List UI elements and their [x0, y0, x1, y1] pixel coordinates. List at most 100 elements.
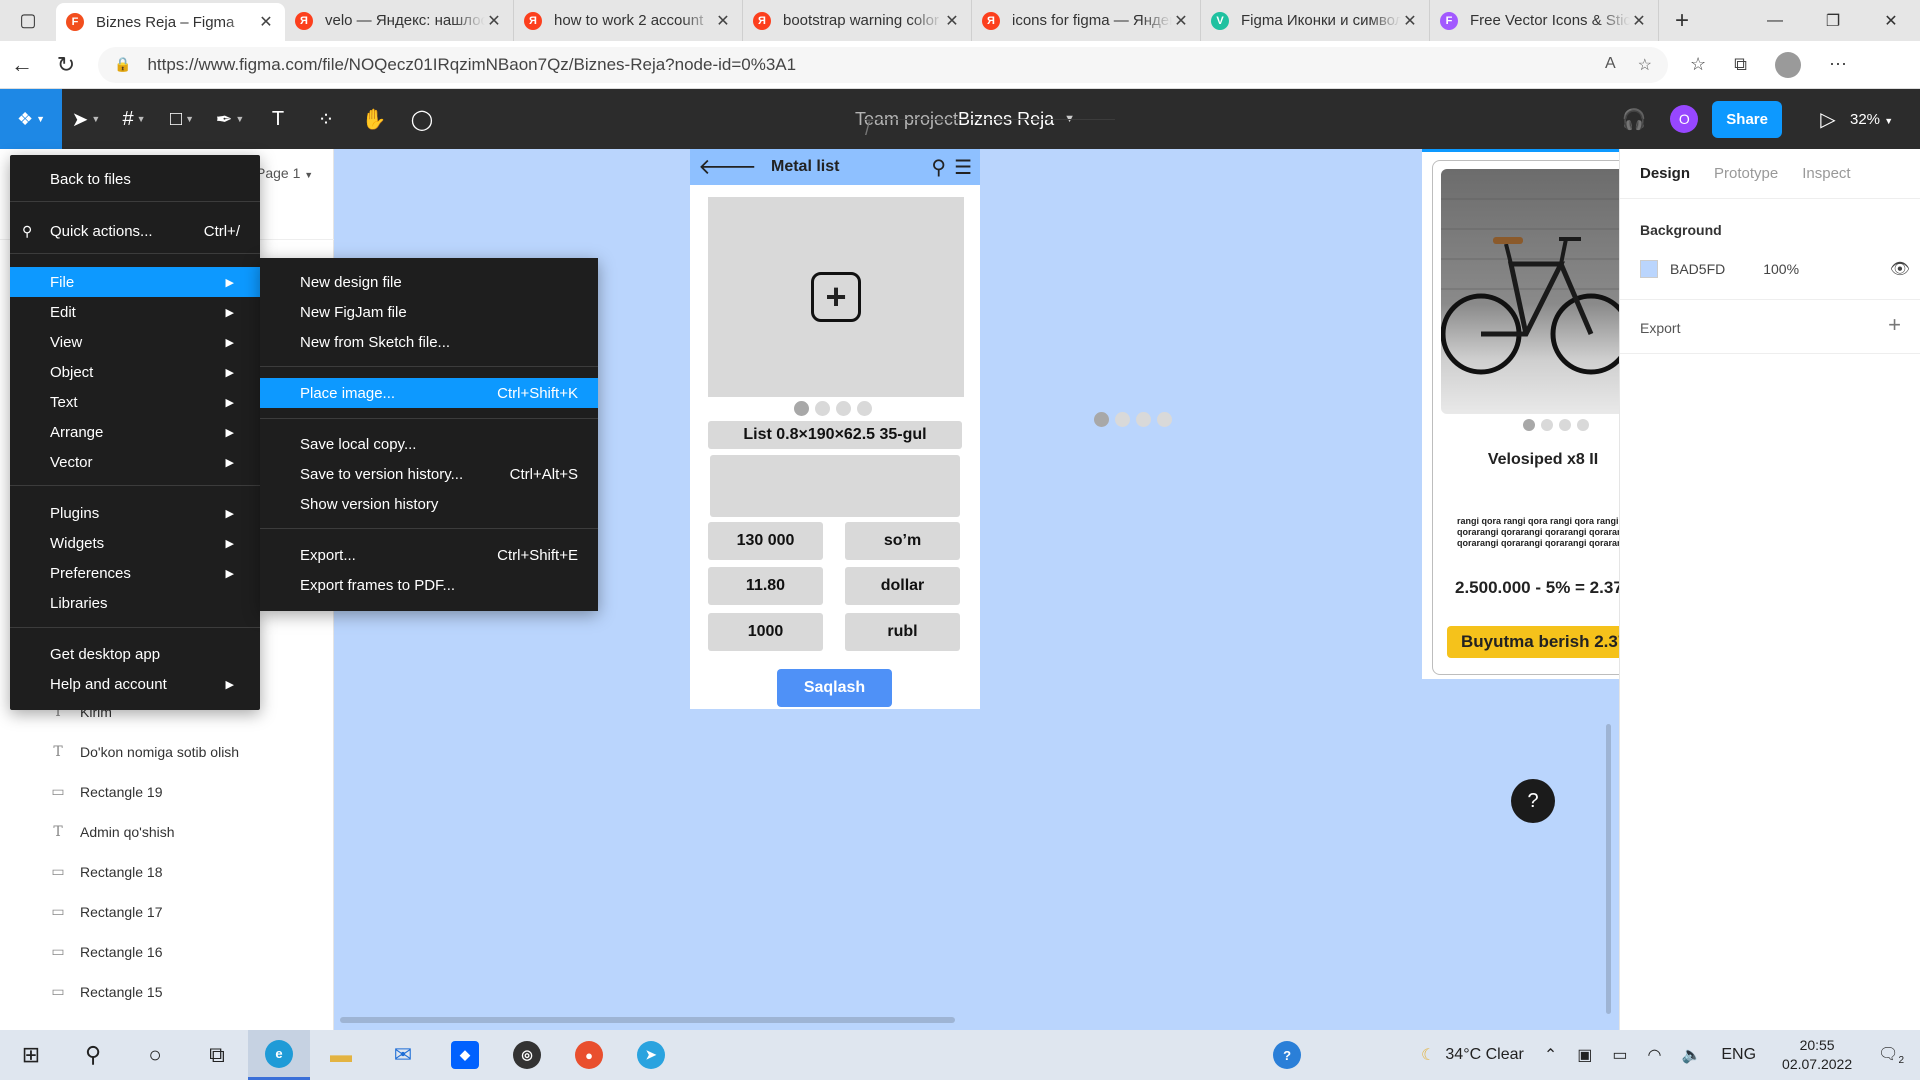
menu-item-edit[interactable]: Edit ▶	[10, 297, 260, 327]
close-tab-icon[interactable]: ✕	[943, 11, 961, 31]
collections-icon[interactable]: ⧉	[1734, 54, 1747, 75]
close-window-icon[interactable]: ✕	[1862, 0, 1920, 41]
menu-item-arrange[interactable]: Arrange ▶	[10, 417, 260, 447]
layer-item[interactable]: T Admin qo'shish	[50, 824, 174, 840]
present-play-icon[interactable]: ▷	[1806, 107, 1850, 132]
language-indicator[interactable]: ENG	[1721, 1046, 1756, 1064]
windows-start-icon[interactable]: ⊞	[0, 1030, 62, 1080]
more-icon[interactable]: ⋯	[1829, 54, 1847, 75]
mail-icon[interactable]: ✉	[372, 1030, 434, 1080]
help-button[interactable]: ?	[1511, 779, 1555, 823]
volume-icon[interactable]: 🔈	[1681, 1045, 1701, 1065]
browser-tab[interactable]: Я velo — Яндекс: нашлось ✕	[285, 0, 514, 41]
menu-item-save-local-copy[interactable]: Save local copy...	[260, 429, 598, 459]
menu-item-plugins[interactable]: Plugins ▶	[10, 498, 260, 528]
notifications-icon[interactable]: 🗨2	[1878, 1044, 1904, 1066]
minimize-icon[interactable]: —	[1746, 0, 1804, 41]
metal-list-frame[interactable]: 🡐 Metal list ⚲ ☰ + List 0.8×190×62.5 35-…	[690, 149, 980, 709]
tab-inspect[interactable]: Inspect	[1802, 165, 1850, 198]
search-icon[interactable]: ⚲	[62, 1030, 124, 1080]
menu-item-new-design-file[interactable]: New design file	[260, 267, 598, 297]
tab-prototype[interactable]: Prototype	[1714, 165, 1778, 198]
pen-tool[interactable]: ✒ ▼	[206, 89, 254, 149]
clock[interactable]: 20:55 02.07.2022	[1782, 1036, 1852, 1074]
text-tool[interactable]: T	[254, 89, 302, 149]
menu-item-preferences[interactable]: Preferences ▶	[10, 558, 260, 588]
browser-tab[interactable]: Я bootstrap warning color ✕	[743, 0, 972, 41]
menu-item-export[interactable]: Export... Ctrl+Shift+E	[260, 540, 598, 570]
tab-actions-icon[interactable]: ▢	[0, 0, 56, 41]
background-hex-input[interactable]: BAD5FD	[1670, 261, 1725, 277]
layer-item[interactable]: ▭ Rectangle 15	[50, 984, 162, 1000]
order-button[interactable]: Buyutma berish 2.375.000	[1447, 626, 1619, 658]
close-tab-icon[interactable]: ✕	[485, 11, 503, 31]
favorites-icon[interactable]: ☆	[1690, 54, 1706, 75]
menu-item-save-to-version-history[interactable]: Save to version history... Ctrl+Alt+S	[260, 459, 598, 489]
menu-item-place-image[interactable]: Place image... Ctrl+Shift+K	[260, 378, 598, 408]
frame-tool[interactable]: # ▼	[110, 89, 158, 149]
zoom-dropdown[interactable]: 32% ▼	[1850, 111, 1920, 128]
add-export-icon[interactable]: +	[1888, 312, 1901, 338]
user-avatar[interactable]: O	[1670, 105, 1699, 133]
file-explorer-icon[interactable]: ▬	[310, 1030, 372, 1080]
cortana-icon[interactable]: ○	[124, 1030, 186, 1080]
task-view-icon[interactable]: ⧉	[186, 1030, 248, 1080]
close-tab-icon[interactable]: ✕	[714, 11, 732, 31]
browser-tab[interactable]: Я icons for figma — Яндекс ✕	[972, 0, 1201, 41]
menu-item-file[interactable]: File ▶	[10, 267, 260, 297]
background-opacity-input[interactable]: 100%	[1763, 261, 1799, 277]
layer-item[interactable]: ▭ Rectangle 17	[50, 904, 162, 920]
restore-icon[interactable]: ❐	[1804, 0, 1862, 41]
hand-tool[interactable]: ✋	[350, 89, 398, 149]
menu-item-get-desktop-app[interactable]: Get desktop app	[10, 639, 260, 669]
horizontal-scrollbar[interactable]	[340, 1017, 955, 1023]
menu-item-show-version-history[interactable]: Show version history	[260, 489, 598, 519]
menu-item-export-frames-pdf[interactable]: Export frames to PDF...	[260, 570, 598, 600]
menu-item-new-figjam-file[interactable]: New FigJam file	[260, 297, 598, 327]
recorder-icon[interactable]: ●	[558, 1030, 620, 1080]
read-aloud-icon[interactable]: A	[1605, 55, 1616, 75]
dropbox-icon[interactable]: ◆	[434, 1030, 496, 1080]
menu-item-view[interactable]: View ▶	[10, 327, 260, 357]
color-swatch[interactable]	[1640, 260, 1658, 278]
eye-icon[interactable]: 👁	[1890, 259, 1910, 279]
menu-item-back-to-files[interactable]: Back to files	[10, 164, 260, 194]
url-field[interactable]: 🔒 https://www.figma.com/file/NOQecz01IRq…	[98, 46, 1668, 83]
edge-browser-icon[interactable]: e	[248, 1030, 310, 1080]
vertical-scrollbar[interactable]	[1606, 724, 1611, 1014]
battery-icon[interactable]: ▭	[1612, 1045, 1627, 1065]
headphones-icon[interactable]: 🎧	[1612, 107, 1656, 132]
menu-item-help-and-account[interactable]: Help and account ▶	[10, 669, 260, 699]
tab-design[interactable]: Design	[1640, 165, 1690, 198]
profile-avatar[interactable]	[1775, 51, 1801, 78]
chevron-up-icon[interactable]: ⌃	[1544, 1045, 1557, 1065]
layer-item[interactable]: ▭ Rectangle 19	[50, 784, 162, 800]
menu-item-new-from-sketch[interactable]: New from Sketch file...	[260, 327, 598, 357]
menu-item-vector[interactable]: Vector ▶	[10, 447, 260, 477]
shape-tool[interactable]: □ ▼	[158, 89, 206, 149]
resources-tool[interactable]: ⁘	[302, 89, 350, 149]
help-tray-icon[interactable]: ?	[1273, 1041, 1302, 1069]
bike-product-frame[interactable]: Velosiped x8 II rangi qora rangi qora ra…	[1422, 149, 1619, 679]
close-tab-icon[interactable]: ✕	[1401, 11, 1419, 31]
browser-tab-figma[interactable]: F Biznes Reja – Figma ✕	[56, 3, 285, 41]
share-button[interactable]: Share	[1712, 100, 1782, 138]
browser-tab[interactable]: V Figma Иконки и символы ✕	[1201, 0, 1430, 41]
back-arrow-icon[interactable]: ←	[0, 52, 44, 78]
weather-text[interactable]: 34°C Clear	[1445, 1046, 1523, 1064]
menu-item-quick-actions[interactable]: ⚲ Quick actions... Ctrl+/	[10, 216, 260, 246]
comment-tool[interactable]: ◯	[398, 89, 446, 149]
lock-icon[interactable]: 🔒	[114, 56, 131, 73]
move-tool[interactable]: ➤ ▼	[62, 89, 110, 149]
close-tab-icon[interactable]: ✕	[257, 12, 275, 32]
page-selector[interactable]: Page 1 ▼	[256, 165, 313, 181]
figma-main-menu-button[interactable]: ❖ ▼	[0, 89, 62, 149]
layer-item[interactable]: T Do'kon nomiga sotib olish	[50, 744, 239, 760]
browser-tab[interactable]: Я how to work 2 account ✕	[514, 0, 743, 41]
add-favorite-icon[interactable]: ☆	[1638, 55, 1652, 75]
device-icon[interactable]: ▣	[1577, 1045, 1592, 1065]
menu-item-libraries[interactable]: Libraries	[10, 588, 260, 618]
menu-item-object[interactable]: Object ▶	[10, 357, 260, 387]
layer-item[interactable]: ▭ Rectangle 16	[50, 944, 162, 960]
menu-item-widgets[interactable]: Widgets ▶	[10, 528, 260, 558]
